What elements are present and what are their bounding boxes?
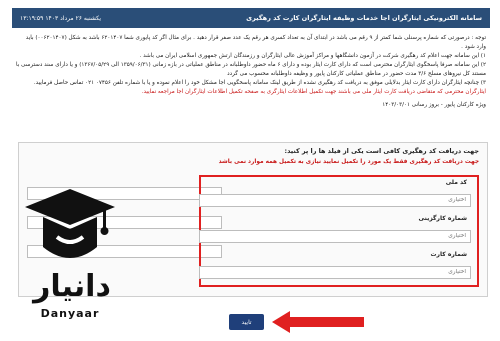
logo-name: دانیار: [33, 269, 111, 304]
personnel-number-row: شماره کارگزینی: [199, 215, 471, 243]
top-header-bar: سامانه الکترونیکی ایثارگران اجا خدمات وظ…: [12, 8, 490, 28]
form-warning: جهت دریافت کد رهگیری فقط یک مورد را تکمی…: [218, 159, 479, 165]
notice-p2: ۱) این سامانه جهت اعلام کد رهگیری شرکت د…: [139, 53, 486, 59]
national-code-row: کد ملی: [199, 179, 471, 207]
deadline-line: ویژه کارکنان پایور - بروز رسانی ۱۴۰۳/۰۳/…: [382, 102, 486, 108]
notice-p3: ۲) این سامانه صرفا پاسخگوی ایثارگران محت…: [16, 62, 486, 77]
brand-logo: دانیار Danyaar: [15, 187, 125, 327]
national-code-label: کد ملی: [445, 179, 467, 186]
header-date: یکشنبه ۲۶ مرداد ۱۴۰۳ ۱۳:۱۹:۵۹: [20, 14, 102, 22]
submit-button[interactable]: تایید: [229, 314, 264, 330]
header-title: سامانه الکترونیکی ایثارگران اجا خدمات وظ…: [246, 14, 482, 22]
notice-p4: ۳) چنانچه ایثارگران دارای کارت ایثار بدل…: [33, 80, 486, 86]
notice-p1: توجه : درصورتی که شماره پرسنلی شما کمتر …: [25, 35, 486, 50]
card-number-label: شماره کارت: [430, 251, 468, 258]
graduation-cap-logo-icon: [25, 189, 115, 258]
national-code-input[interactable]: [199, 193, 471, 207]
card-number-row: شماره کارت: [199, 251, 471, 279]
personnel-number-input[interactable]: [199, 229, 471, 243]
deadline-block: ویژه کارکنان پایور - بروز رسانی ۱۴۰۳/۰۳/…: [12, 97, 490, 110]
notice-block: توجه : درصورتی که شماره پرسنلی شما کمتر …: [12, 34, 490, 97]
logo-latin-name: Danyaar: [40, 307, 100, 320]
notice-p5: ایثارگران محترمی که متقاضی دریافت کارت ا…: [141, 89, 486, 95]
pointer-arrow-icon: [272, 311, 364, 333]
card-number-input[interactable]: [199, 265, 471, 279]
personnel-number-label: شماره کارگزینی: [418, 215, 467, 222]
form-heading: جهت دریافت کد رهگیری کافی است یکی از فیل…: [284, 147, 479, 155]
